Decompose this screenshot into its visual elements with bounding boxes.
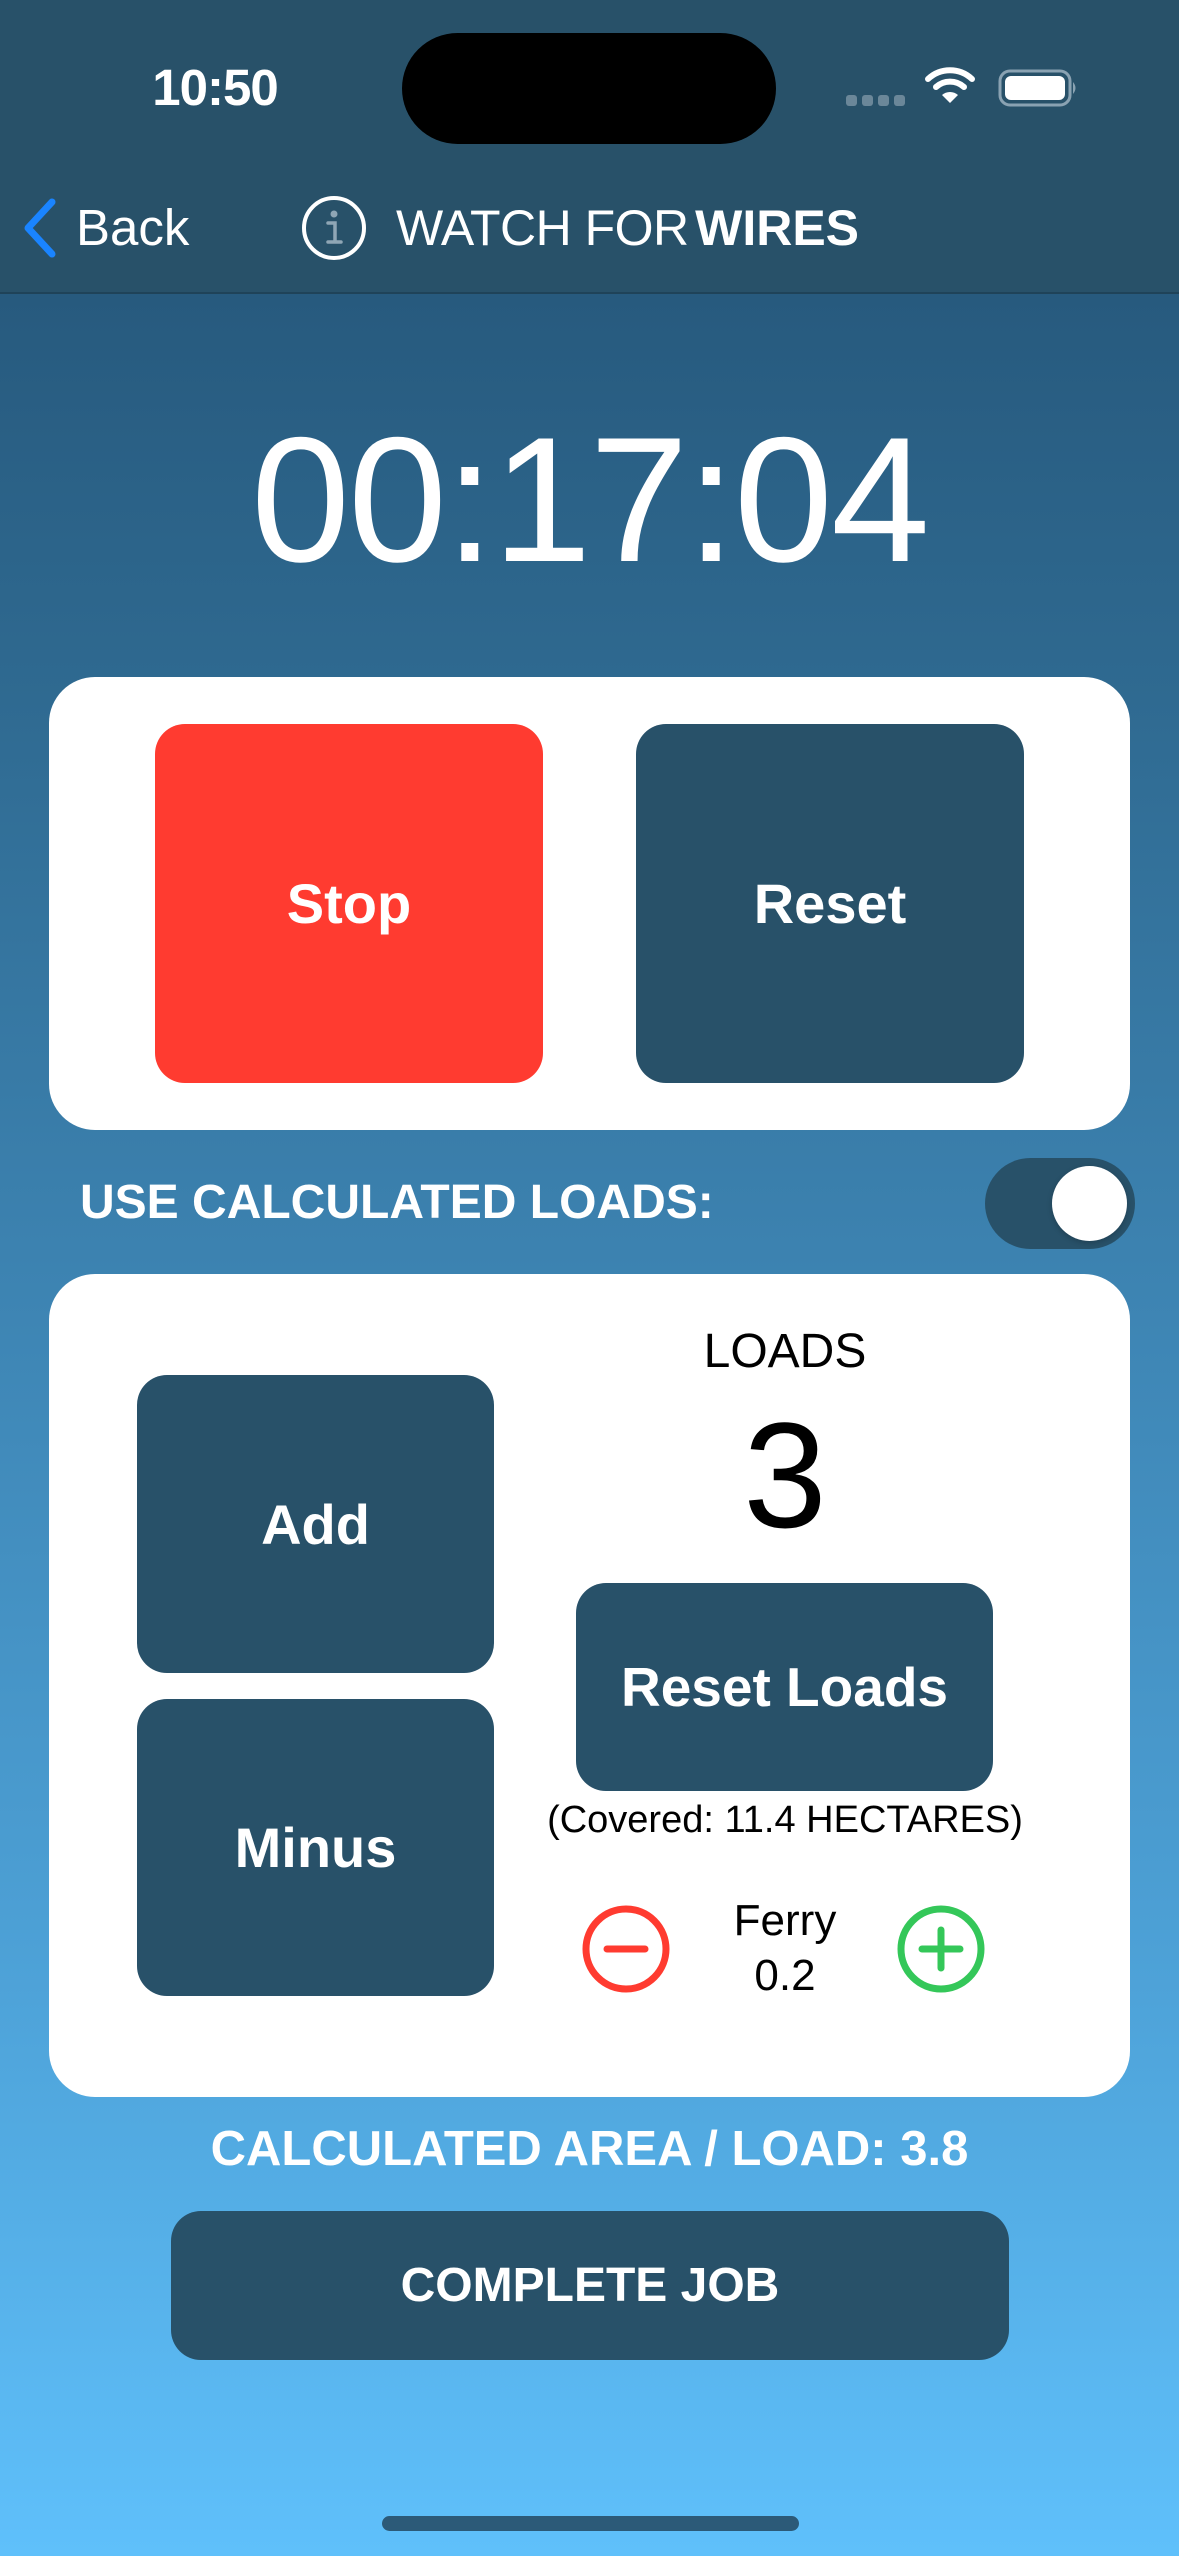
loads-count: 3: [743, 1391, 827, 1559]
back-label: Back: [76, 199, 190, 256]
minus-circle-icon[interactable]: [580, 1903, 672, 1995]
toggle-knob: [1052, 1166, 1127, 1241]
plus-circle-icon[interactable]: [895, 1903, 987, 1995]
reset-loads-button[interactable]: Reset Loads: [576, 1583, 993, 1791]
use-calculated-loads-label: USE CALCULATED LOADS:: [80, 1176, 714, 1229]
loads-title: LOADS: [703, 1325, 867, 1378]
title-emphasis: WIRES: [695, 200, 860, 256]
elapsed-timer: 00:17:04: [251, 400, 930, 599]
status-time: 10:50: [152, 59, 278, 116]
title-prefix: WATCH FOR: [396, 200, 689, 256]
signal-dots-icon: [846, 95, 906, 109]
calculated-area-per-load: CALCULATED AREA / LOAD: 3.8: [210, 2122, 969, 2176]
stop-button[interactable]: Stop: [155, 724, 543, 1083]
reset-timer-button[interactable]: Reset: [636, 724, 1024, 1083]
chevron-left-icon: [24, 198, 56, 258]
back-button[interactable]: Back: [22, 190, 189, 266]
ferry-value: 0.2: [754, 1951, 816, 2000]
covered-area-text: (Covered: 11.4 HECTARES): [547, 1799, 1023, 1841]
use-calculated-loads-toggle[interactable]: [985, 1158, 1135, 1249]
minus-load-button[interactable]: Minus: [137, 1699, 494, 1996]
complete-job-button[interactable]: COMPLETE JOB: [171, 2211, 1009, 2360]
home-indicator[interactable]: [382, 2516, 799, 2531]
dynamic-island: [402, 33, 776, 144]
add-load-button[interactable]: Add: [137, 1375, 494, 1673]
battery-icon: [998, 69, 1076, 107]
nav-title: WATCH FOR WIRES: [300, 190, 859, 266]
ferry-label: Ferry: [733, 1896, 837, 1945]
wifi-icon: [925, 67, 975, 103]
info-circle-icon[interactable]: [300, 194, 368, 262]
